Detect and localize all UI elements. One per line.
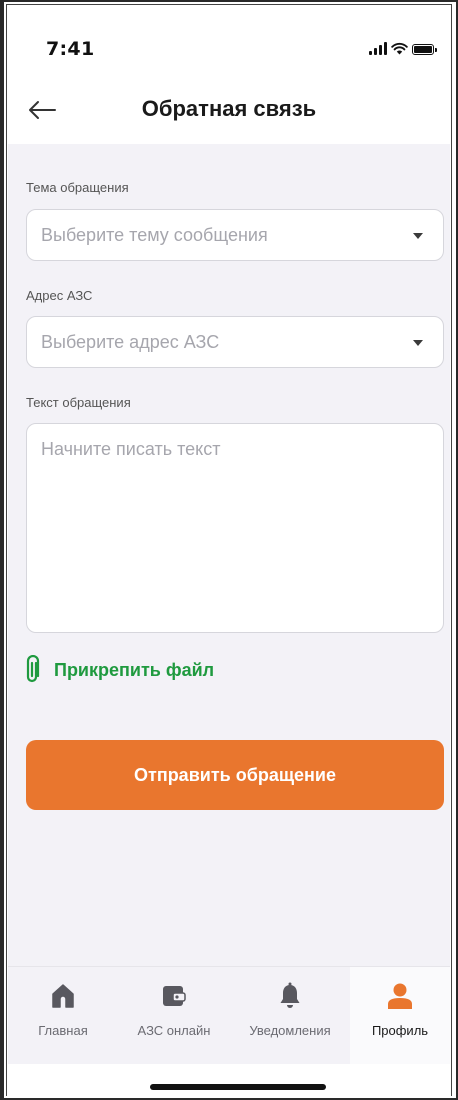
chevron-down-icon bbox=[413, 233, 423, 239]
status-icons bbox=[369, 42, 437, 55]
page-title: Обратная связь bbox=[141, 96, 317, 121]
home-icon bbox=[52, 984, 74, 1008]
app-header: Обратная связь bbox=[8, 74, 450, 144]
topic-select-placeholder: Выберите тему сообщения bbox=[41, 225, 268, 245]
submit-button[interactable]: Отправить обращение bbox=[26, 740, 444, 810]
bell-icon bbox=[280, 982, 300, 1008]
attach-file-label: Прикрепить файл bbox=[54, 659, 215, 680]
submit-label: Отправить обращение bbox=[134, 764, 336, 785]
profile-icon bbox=[388, 983, 412, 1009]
tab-profile-label: Профиль bbox=[371, 1023, 429, 1038]
topic-select[interactable]: Выберите тему сообщения bbox=[26, 209, 444, 261]
message-textarea[interactable]: Начните писать текст bbox=[26, 423, 444, 633]
tab-notifications[interactable]: Уведомления bbox=[230, 967, 350, 1065]
home-indicator-area bbox=[8, 1064, 450, 1098]
tab-profile[interactable]: Профиль bbox=[350, 967, 450, 1065]
attach-file-button[interactable]: Прикрепить файл bbox=[26, 652, 214, 688]
cellular-signal-icon bbox=[369, 42, 387, 55]
message-placeholder: Начните писать текст bbox=[41, 439, 221, 459]
bottom-tab-bar: Главная АЗС онлайн Уведомления Профиль bbox=[8, 966, 450, 1065]
tab-home[interactable]: Главная bbox=[8, 967, 118, 1065]
home-indicator[interactable] bbox=[150, 1084, 326, 1090]
address-select[interactable]: Выберите адрес АЗС bbox=[26, 316, 444, 368]
topic-label: Тема обращения bbox=[26, 180, 129, 195]
status-time: 7:41 bbox=[46, 38, 95, 60]
wallet-icon bbox=[163, 986, 186, 1006]
tab-azs-online-label: АЗС онлайн bbox=[137, 1023, 211, 1038]
battery-icon bbox=[412, 44, 437, 55]
tab-azs-online[interactable]: АЗС онлайн bbox=[118, 967, 230, 1065]
paperclip-icon bbox=[26, 655, 40, 683]
wifi-icon bbox=[391, 42, 408, 55]
text-label: Текст обращения bbox=[26, 395, 131, 410]
chevron-down-icon bbox=[413, 340, 423, 346]
tab-notifications-label: Уведомления bbox=[249, 1023, 331, 1038]
address-label: Адрес АЗС bbox=[26, 288, 93, 303]
feedback-form: Тема обращения Выберите тему сообщения А… bbox=[8, 144, 450, 966]
status-bar: 7:41 bbox=[8, 8, 450, 74]
tab-home-label: Главная bbox=[38, 1023, 88, 1038]
address-select-placeholder: Выберите адрес АЗС bbox=[41, 332, 220, 352]
